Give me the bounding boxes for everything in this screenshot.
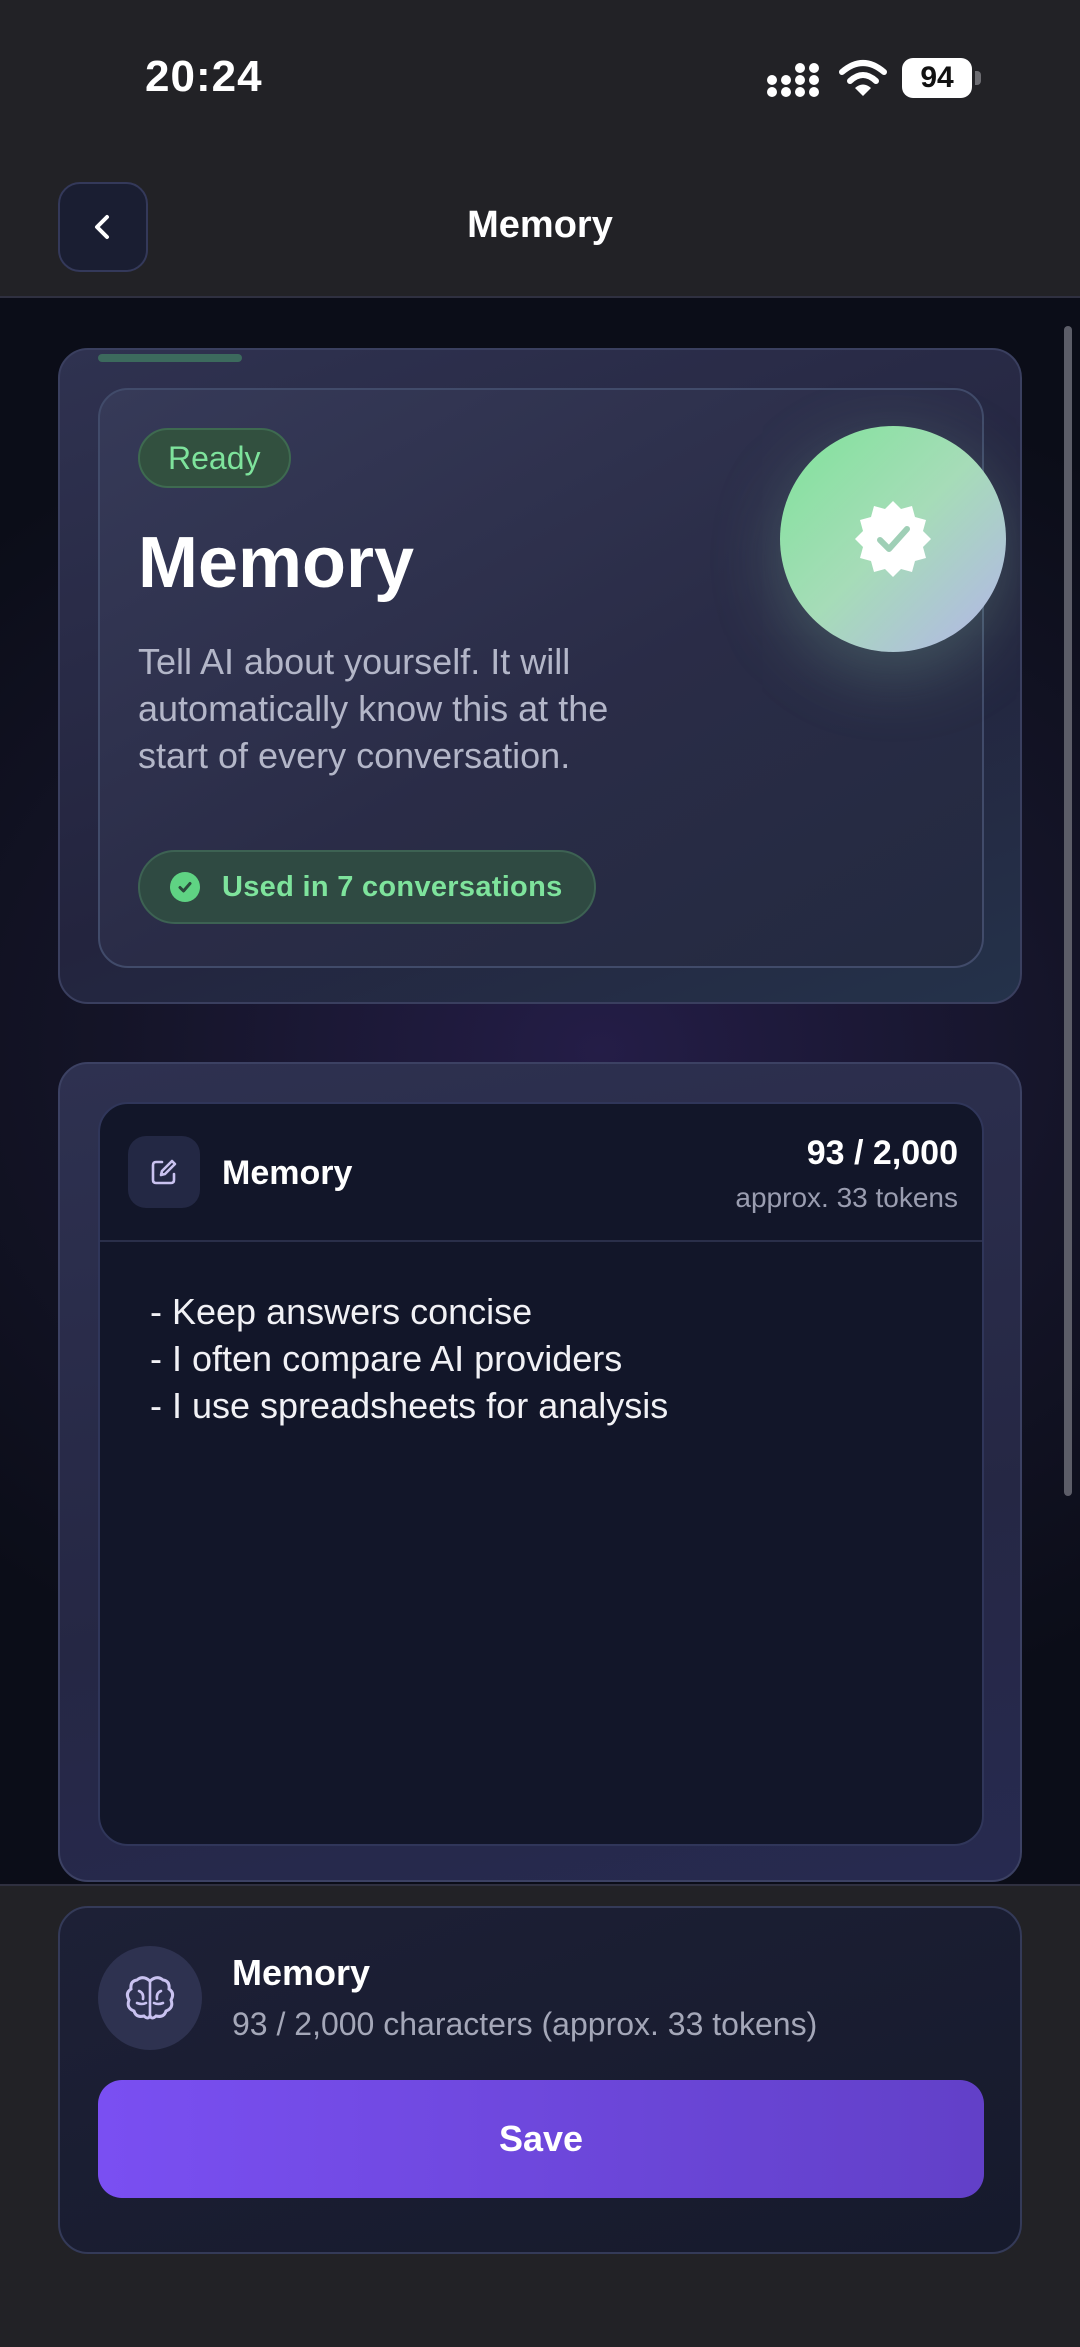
- editor-header: Memory 93 / 2,000 approx. 33 tokens: [100, 1104, 982, 1242]
- scrollbar[interactable]: [1064, 326, 1072, 1496]
- edit-icon: [128, 1136, 200, 1208]
- character-count: 93 / 2,000: [806, 1134, 958, 1172]
- memory-info-inner: Ready Memory Tell AI about yourself. It …: [98, 388, 1006, 968]
- status-time: 20:24: [145, 52, 263, 101]
- editor-label: Memory: [222, 1154, 353, 1192]
- memory-info-card: Ready Memory Tell AI about yourself. It …: [58, 348, 1022, 1004]
- battery-percent: 94: [920, 61, 954, 94]
- usage-text: Used in 7 conversations: [222, 870, 563, 903]
- token-estimate: approx. 33 tokens: [735, 1182, 958, 1213]
- check-circle-icon: [170, 872, 200, 902]
- status-bar: 20:24 94: [0, 0, 1080, 160]
- summary-subtitle: 93 / 2,000 characters (approx. 33 tokens…: [232, 2006, 818, 2042]
- bottom-panel: Memory 93 / 2,000 characters (approx. 33…: [0, 1884, 1080, 2347]
- brain-icon: [98, 1946, 202, 2050]
- save-card: Memory 93 / 2,000 characters (approx. 33…: [58, 1906, 1022, 2254]
- page-title: Memory: [467, 204, 613, 246]
- hero-description: Tell AI about yourself. It will automati…: [138, 641, 609, 776]
- save-button[interactable]: Save: [98, 2080, 984, 2198]
- nav-bar: Memory: [0, 160, 1080, 298]
- card-accent-line: [98, 354, 242, 362]
- memory-screen: 20:24 94 Memory Ready Memory Tell AI abo…: [0, 0, 1080, 2347]
- hero-title: Memory: [138, 523, 415, 603]
- verified-badge-icon: [780, 426, 1006, 652]
- signal-icon: [767, 63, 819, 97]
- summary-title: Memory: [232, 1952, 371, 1993]
- memory-editor: Memory 93 / 2,000 approx. 33 tokens - Ke…: [98, 1102, 984, 1846]
- memory-editor-card: Memory 93 / 2,000 approx. 33 tokens - Ke…: [58, 1062, 1022, 1882]
- usage-badge: Used in 7 conversations: [138, 850, 596, 924]
- wifi-icon: [839, 60, 887, 96]
- battery-icon: 94: [902, 58, 982, 98]
- status-badge: Ready: [138, 428, 291, 488]
- memory-textarea[interactable]: - Keep answers concise - I often compare…: [150, 1288, 950, 1429]
